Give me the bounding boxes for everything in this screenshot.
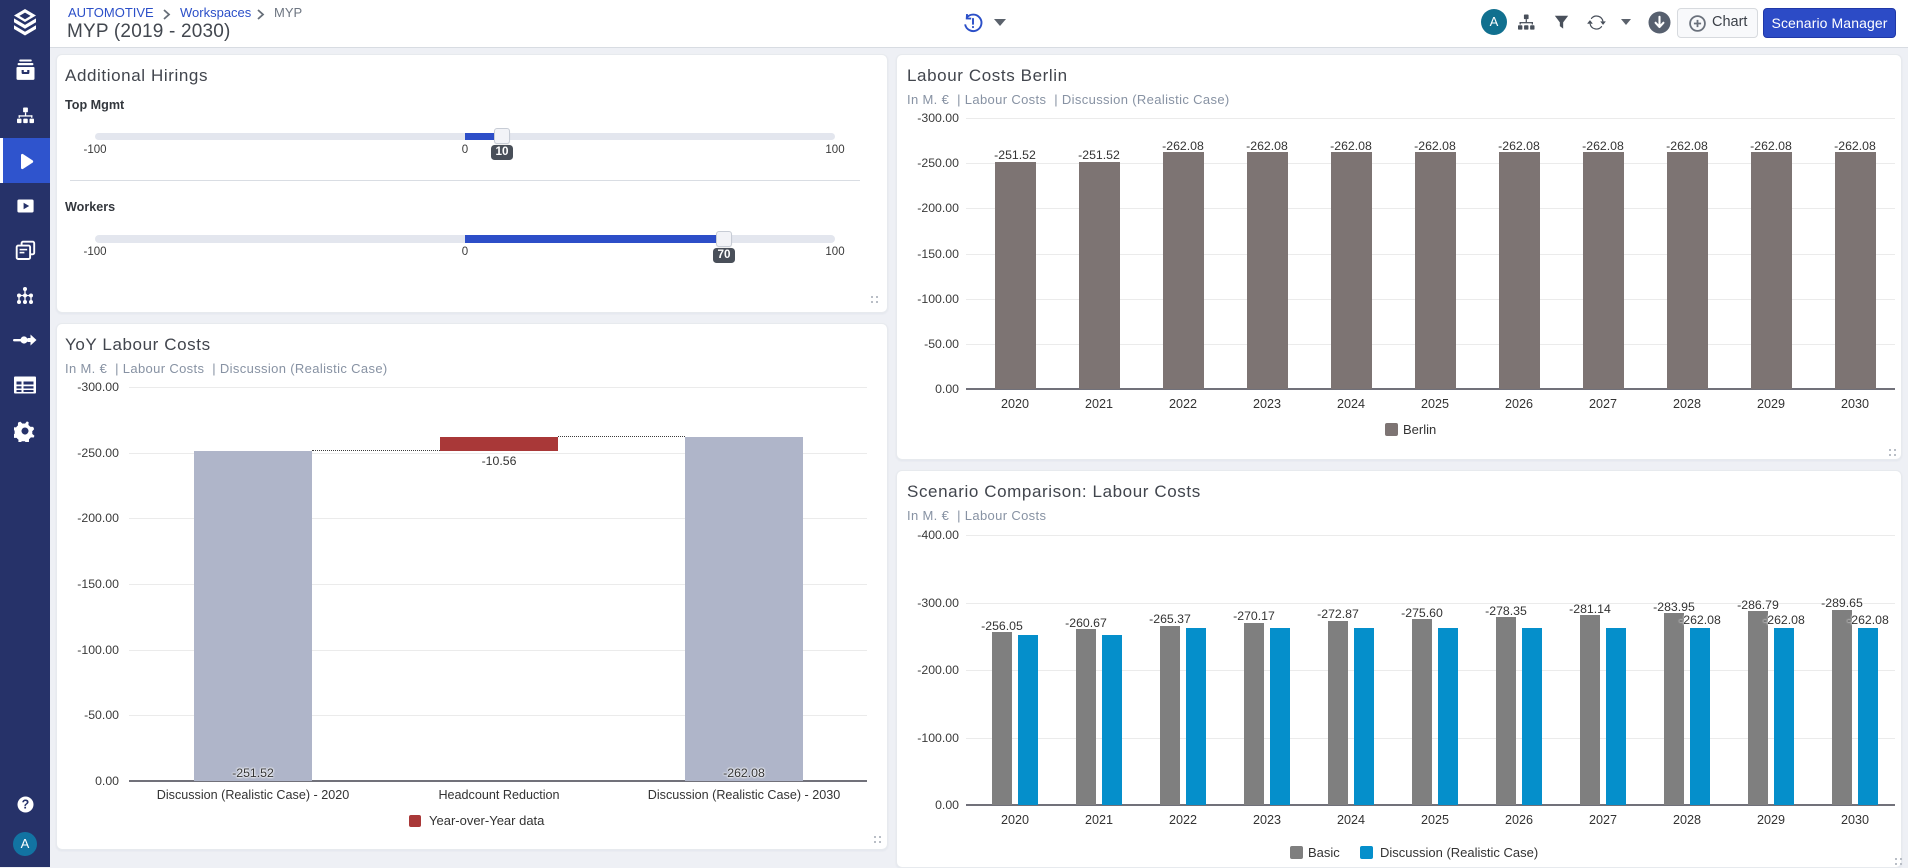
svg-text:?: ?	[22, 798, 30, 812]
